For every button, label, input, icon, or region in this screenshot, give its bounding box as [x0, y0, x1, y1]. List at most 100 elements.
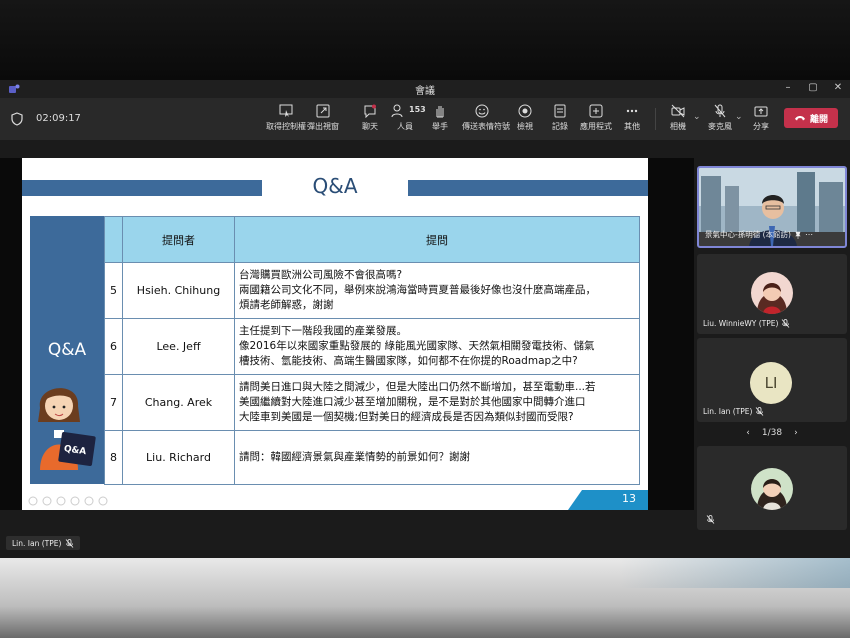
notes-icon	[554, 104, 566, 118]
qa-row-number: 7	[104, 374, 123, 431]
question-line: 請問美日進口與大陸之間減少，但是大陸出口仍然不斷增加，甚至電動車...若	[239, 381, 596, 393]
more-button[interactable]: 其他	[612, 102, 652, 136]
more-options-icon[interactable]: ⋯	[805, 230, 813, 239]
participant-tile-video[interactable]: 景氣中心-孫明德 (本館訪) ⋯	[697, 166, 847, 248]
mic-off-icon	[714, 104, 726, 118]
participant-name: 景氣中心-孫明德 (本館訪)	[705, 230, 791, 239]
slide-page-number: 13	[622, 492, 636, 505]
notes-label: 記錄	[552, 122, 568, 131]
presentation-slide: Q&A Q&A Q&A 提問者 提問 5 Hsieh. Chihung 台灣購買…	[22, 158, 648, 510]
mic-button[interactable]: 麥克風	[700, 102, 740, 136]
self-view-name: Lin. Ian (TPE)	[12, 538, 62, 548]
mic-off-icon	[706, 515, 715, 524]
pager-label: 1/38	[761, 428, 783, 438]
more-label: 其他	[624, 122, 640, 131]
qa-row-asker: Hsieh. Chihung	[122, 262, 235, 319]
participant-avatar	[751, 468, 793, 510]
qa-header-question: 提問	[234, 216, 640, 263]
raise-hand-label: 舉手	[432, 122, 448, 131]
qa-row-asker: Lee. Jeff	[122, 318, 235, 375]
participant-tile[interactable]: LI Lin. Ian (TPE)	[697, 338, 847, 422]
question-line: 美國繼續對大陸進口減少甚至增加關稅，是不是對於其他國家中間轉介進口	[239, 396, 586, 408]
participant-name: Liu. WinnieWY (TPE)	[703, 319, 779, 328]
slide-nav-controls[interactable]	[28, 496, 118, 506]
qa-row-number: 6	[104, 318, 123, 375]
question-line: 主任提到下一階段我國的產業發展。	[239, 325, 407, 337]
participant-avatar	[751, 272, 793, 314]
reactions-label: 傳送表情符號	[462, 122, 510, 131]
raise-hand-button[interactable]: 舉手	[420, 102, 460, 136]
people-button[interactable]: 153 人員	[385, 102, 426, 136]
mic-off-icon	[782, 319, 790, 328]
qa-header-asker: 提問者	[122, 216, 235, 263]
self-view-name-tag: Lin. Ian (TPE)	[6, 536, 81, 550]
mic-off-icon	[756, 407, 764, 416]
meeting-timer: 02:09:17	[36, 113, 81, 124]
camera-label: 相機	[670, 122, 686, 131]
window-title: 會議	[415, 86, 435, 97]
pager-prev-chevron-left-icon[interactable]: ‹	[746, 428, 750, 438]
qa-table-header-row: 提問者 提問	[104, 216, 640, 263]
qa-row-number: 8	[104, 430, 123, 485]
question-line: 槽技術、氫能技術、高端生醫國家隊，如何都不在你提的Roadmap之中?	[239, 355, 578, 367]
table-row: 7 Chang. Arek 請問美日進口與大陸之間減少，但是大陸出口仍然不斷增加…	[104, 374, 640, 431]
meeting-stage: Q&A Q&A Q&A 提問者 提問 5 Hsieh. Chihung 台灣購買…	[0, 140, 850, 558]
take-control-icon	[279, 104, 293, 117]
participant-initials-avatar: LI	[750, 362, 792, 404]
popout-button[interactable]: 彈出視窗	[303, 102, 343, 136]
table-row: 6 Lee. Jeff 主任提到下一階段我國的產業發展。 像2016年以來國家重…	[104, 318, 640, 375]
screen-share-area: Q&A Q&A Q&A 提問者 提問 5 Hsieh. Chihung 台灣購買…	[0, 158, 694, 510]
apps-label: 應用程式	[580, 122, 612, 131]
window-titlebar: 會議 – ▢ ✕	[0, 80, 850, 98]
participant-name: Lin. Ian (TPE)	[703, 407, 753, 416]
qa-row-question: 請問美日進口與大陸之間減少，但是大陸出口仍然不斷增加，甚至電動車...若 美國繼…	[234, 374, 640, 431]
qa-row-asker: Chang. Arek	[122, 374, 235, 431]
chat-button[interactable]: 聊天	[350, 102, 390, 136]
take-control-label: 取得控制權	[266, 122, 306, 131]
view-button[interactable]: 檢視	[505, 102, 545, 136]
minimize-button[interactable]: –	[778, 82, 798, 93]
reactions-button[interactable]: 傳送表情符號	[462, 102, 510, 136]
close-button[interactable]: ✕	[828, 82, 848, 93]
slide-title: Q&A	[312, 174, 358, 198]
presenter-girl-illustration: Q&A	[38, 388, 96, 470]
leave-button[interactable]: 離開	[784, 108, 838, 128]
question-line: 煩請老師解惑，謝謝	[239, 299, 334, 311]
qa-header-number	[104, 216, 123, 263]
screen-frame: 會議 – ▢ ✕ 02:09:17 取得控制權 彈出視窗 聊天 153 人員 舉	[0, 0, 850, 638]
question-line: 像2016年以來國家重點發展的 綠能風光國家隊、天然氣相關發電技術、儲氣	[239, 340, 595, 352]
background-top	[0, 0, 850, 80]
camera-off-icon	[671, 104, 685, 118]
question-line: 台灣購買歐洲公司風險不會很高嗎?	[239, 269, 403, 281]
apps-icon	[589, 104, 603, 118]
qa-row-asker: Liu. Richard	[122, 430, 235, 485]
apps-button[interactable]: 應用程式	[576, 102, 616, 136]
take-control-button[interactable]: 取得控制權	[266, 102, 306, 136]
meeting-toolbar: 02:09:17 取得控制權 彈出視窗 聊天 153 人員 舉手 傳送表情符號	[0, 98, 850, 140]
table-row: 8 Liu. Richard 請問：韓國經濟景氣與產業情勢的前景如何？謝謝	[104, 430, 640, 485]
pin-icon	[795, 231, 801, 239]
qa-row-question: 主任提到下一階段我國的產業發展。 像2016年以來國家重點發展的 綠能風光國家隊…	[234, 318, 640, 375]
share-label: 分享	[753, 122, 769, 131]
shield-icon	[11, 112, 23, 126]
participant-tile[interactable]	[697, 446, 847, 530]
side-panel-label: Q&A	[47, 340, 87, 360]
slide-header-bar-left	[22, 180, 262, 196]
share-icon	[754, 106, 768, 117]
popout-label: 彈出視窗	[307, 122, 339, 131]
share-button[interactable]: 分享	[741, 102, 781, 136]
slide-header-bar-right	[408, 180, 648, 196]
phone-hangup-icon	[794, 116, 805, 121]
chat-label: 聊天	[362, 122, 378, 131]
slide-footer-stripe	[568, 490, 648, 510]
question-line: 請問：韓國經濟景氣與產業情勢的前景如何？謝謝	[239, 451, 470, 463]
notes-button[interactable]: 記錄	[540, 102, 580, 136]
question-line: 大陸車到美國是一個契機;但對美日的經濟成長是否因為類似封國而受限?	[239, 411, 574, 423]
pager-next-chevron-right-icon[interactable]: ›	[794, 428, 798, 438]
camera-button[interactable]: 相機	[658, 102, 698, 136]
more-icon	[626, 109, 638, 113]
participant-tile[interactable]: Liu. WinnieWY (TPE)	[697, 254, 847, 334]
maximize-button[interactable]: ▢	[803, 82, 823, 93]
background-bottom	[0, 558, 850, 638]
participant-name-tag: 景氣中心-孫明德 (本館訪) ⋯	[705, 229, 813, 240]
